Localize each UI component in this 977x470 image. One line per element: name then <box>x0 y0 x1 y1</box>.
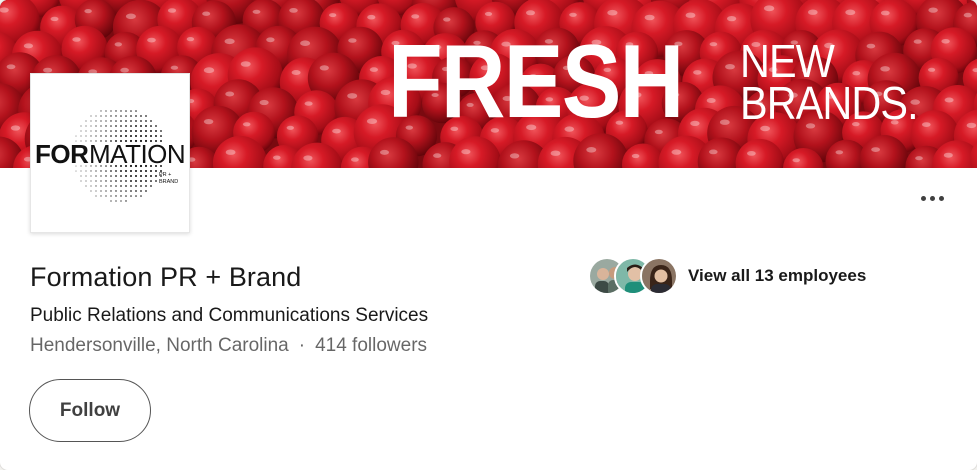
ellipsis-icon-dot <box>938 195 944 201</box>
company-industry: Public Relations and Communications Serv… <box>30 305 429 326</box>
ellipsis-icon-dot <box>929 195 935 201</box>
logo-tagline-2: BRAND <box>159 179 178 185</box>
ellipsis-icon <box>920 195 926 201</box>
company-location: Hendersonville, North Carolina <box>30 335 289 356</box>
company-logo[interactable]: FOR MATION PR + BRAND <box>30 73 190 233</box>
banner-headline-small: NEW BRANDS. <box>740 34 919 129</box>
view-employees-link[interactable]: View all 13 employees <box>588 256 866 296</box>
employee-avatars <box>588 256 680 296</box>
follower-count[interactable]: 414 followers <box>315 335 427 357</box>
more-options-button[interactable] <box>912 184 952 212</box>
logo-wordmark-light: MATION <box>89 139 185 169</box>
logo-wordmark-bold: FOR <box>35 139 89 169</box>
view-employees-label: View all 13 employees <box>688 266 867 285</box>
company-profile-card: FRESH NEW BRANDS. FOR MATION PR + BRAND <box>0 0 977 470</box>
banner-line-new: NEW <box>740 34 835 87</box>
banner-headline: FRESH NEW BRANDS. <box>388 22 937 142</box>
company-meta: Hendersonville, North Carolina · 414 fol… <box>30 335 427 357</box>
logo-tagline-1: PR + <box>159 172 171 178</box>
avatar <box>640 257 678 295</box>
banner-line-brands: BRANDS. <box>740 77 919 129</box>
follow-button[interactable]: Follow <box>29 379 151 442</box>
formation-logo-image: FOR MATION PR + BRAND <box>35 110 186 202</box>
banner-headline-big: FRESH <box>388 24 684 140</box>
company-name: Formation PR + Brand <box>30 262 302 292</box>
meta-separator: · <box>298 335 306 356</box>
